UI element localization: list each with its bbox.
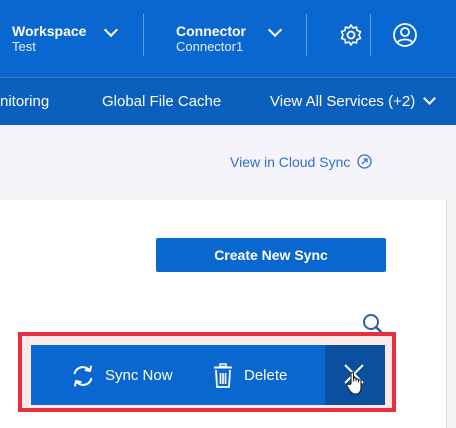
workspace-title: Workspace — [12, 23, 87, 39]
close-action-bar-button[interactable] — [325, 345, 385, 405]
view-in-cloud-sync-link[interactable]: View in Cloud Sync — [230, 154, 372, 170]
user-icon[interactable] — [392, 22, 418, 53]
gear-icon[interactable] — [338, 22, 364, 53]
nav-item-view-all-services[interactable]: View All Services (+2) — [270, 92, 437, 110]
hand-cursor-icon — [346, 371, 362, 395]
delete-button[interactable]: Delete — [211, 360, 295, 390]
sync-icon — [73, 365, 93, 387]
chevron-down-icon — [267, 22, 283, 38]
sync-now-button[interactable]: Sync Now — [70, 360, 178, 390]
external-link-icon — [357, 154, 372, 169]
nav-item-monitoring[interactable]: nitoring — [0, 93, 49, 110]
view-all-services-label: View All Services (+2) — [270, 93, 416, 110]
chevron-down-icon — [103, 22, 119, 38]
sub-header — [0, 125, 456, 195]
connector-title: Connector — [176, 23, 246, 39]
nav-item-global-file-cache[interactable]: Global File Cache — [102, 93, 221, 110]
create-new-sync-button[interactable]: Create New Sync — [156, 238, 386, 272]
view-in-cloud-sync-label: View in Cloud Sync — [230, 154, 351, 170]
trash-icon — [214, 363, 232, 388]
divider — [306, 14, 307, 56]
divider — [370, 14, 371, 56]
sync-now-label: Sync Now — [105, 367, 173, 384]
connector-value: Connector1 — [176, 39, 244, 54]
top-bar: Workspace Test Connector Connector1 — [0, 0, 456, 77]
services-nav: nitoring Global File Cache View All Serv… — [0, 77, 456, 126]
divider — [143, 14, 144, 56]
chevron-down-icon — [423, 92, 437, 105]
delete-label: Delete — [244, 367, 288, 384]
workspace-value: Test — [12, 39, 36, 54]
